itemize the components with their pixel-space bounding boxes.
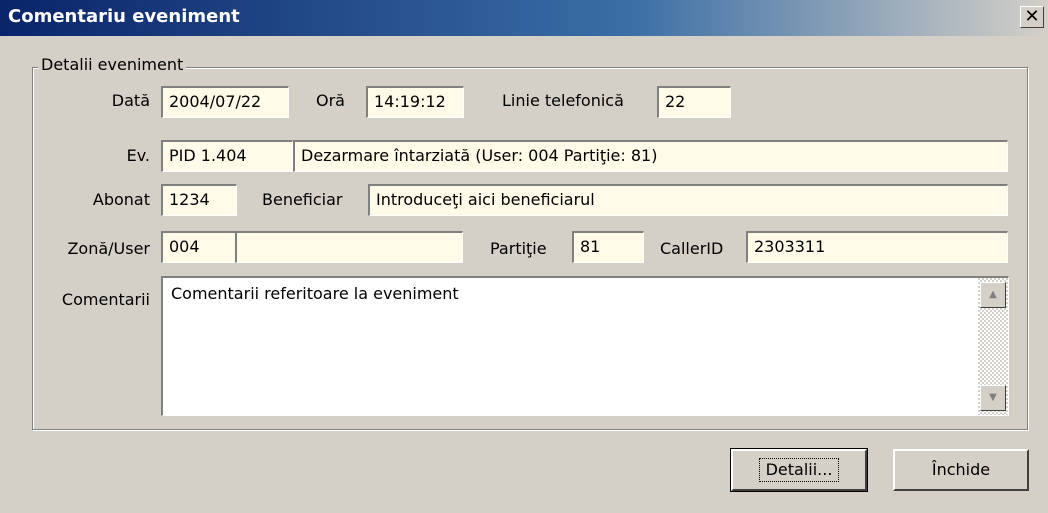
event-code-field[interactable]: PID 1.404: [161, 140, 293, 172]
title-bar[interactable]: Comentariu eveniment ✕: [0, 0, 1048, 36]
subscriber-label: Abonat: [92, 190, 150, 209]
event-description-field[interactable]: Dezarmare întarziată (User: 004 Partiţie…: [293, 140, 1008, 172]
event-label: Ev.: [126, 146, 150, 165]
comments-label: Comentarii: [61, 290, 150, 309]
scroll-down-button[interactable]: ▼: [980, 385, 1006, 411]
comments-text: Comentarii referitoare la eveniment: [171, 284, 459, 303]
callerid-label: CallerID: [660, 239, 724, 258]
phone-line-label: Linie telefonică: [502, 91, 624, 110]
close-button[interactable]: ✕: [1020, 6, 1044, 28]
time-label: Oră: [316, 91, 345, 110]
scroll-up-icon: ▲: [989, 289, 997, 300]
window-title: Comentariu eveniment: [8, 6, 240, 27]
callerid-field[interactable]: 2303311: [746, 231, 1008, 263]
close-icon: ✕: [1024, 6, 1040, 27]
zone-user-label: Zonă/User: [67, 239, 150, 258]
comments-scrollbar[interactable]: ▲ ▼: [978, 278, 1008, 415]
close-dialog-button[interactable]: Închide: [893, 449, 1029, 491]
comments-textarea[interactable]: Comentarii referitoare la eveniment ▲ ▼: [161, 276, 1009, 416]
partition-label: Partiţie: [490, 239, 547, 258]
close-dialog-button-label: Închide: [931, 460, 991, 479]
zone-user-code-field[interactable]: 004: [161, 231, 237, 263]
date-field[interactable]: 2004/07/22: [161, 86, 289, 118]
group-legend: Detalii eveniment: [38, 55, 187, 74]
details-button[interactable]: Detalii...: [730, 448, 868, 492]
scroll-up-button[interactable]: ▲: [980, 282, 1006, 308]
details-button-label: Detalii...: [758, 458, 840, 482]
beneficiary-field[interactable]: Introduceţi aici beneficiarul: [368, 184, 1008, 216]
subscriber-field[interactable]: 1234: [161, 184, 237, 216]
date-label: Dată: [111, 91, 150, 110]
zone-user-name-field[interactable]: [235, 231, 463, 263]
partition-field[interactable]: 81: [572, 231, 644, 263]
phone-line-field[interactable]: 22: [657, 86, 731, 118]
scroll-down-icon: ▼: [989, 392, 997, 403]
time-field[interactable]: 14:19:12: [366, 86, 464, 118]
beneficiary-label: Beneficiar: [262, 190, 343, 209]
